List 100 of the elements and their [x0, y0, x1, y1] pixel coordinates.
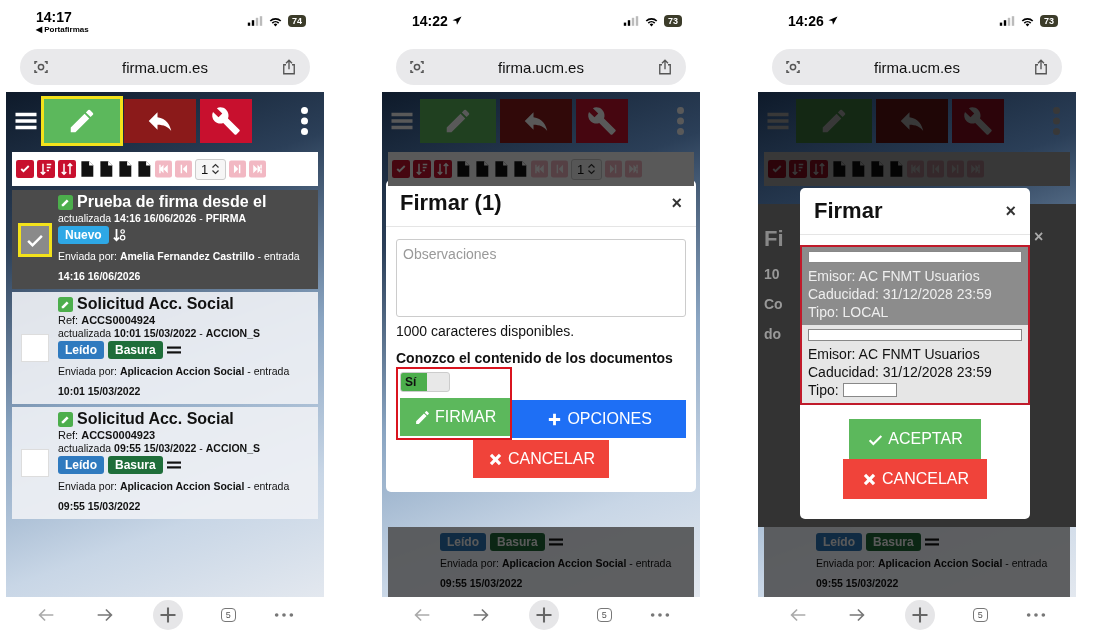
sender-text: Enviada por: Aplicacion Accion Social - entrada 09:55 15/03/2022 [58, 479, 291, 514]
type-text: Tipo: LOCAL [808, 303, 890, 321]
more-icon[interactable] [649, 611, 672, 619]
sort-icon[interactable] [58, 157, 76, 181]
text-fragment: 10 [764, 266, 781, 282]
type-text: Tipo: [808, 381, 839, 399]
text-fragment: Co [764, 296, 784, 312]
certificate-item[interactable]: Emisor: AC FNMT Usuarios Caducidad: 31/12/2028 23:59 Tipo: [802, 325, 1028, 403]
sender-text: Enviada por: Aplicacion Accion Social - entrada 09:55 15/03/2022 [440, 556, 673, 591]
new-tab-icon[interactable] [529, 600, 560, 630]
toggle-switch[interactable]: Sí [400, 372, 450, 392]
issuer-text: Emisor: AC FNMT Usuarios [808, 267, 981, 285]
updated-text: actualizada 10:01 15/03/2022 - ACCION_S [58, 327, 261, 339]
select-all-icon[interactable] [392, 157, 410, 181]
tabs-button[interactable]: 5 [220, 608, 236, 622]
status-tag: Basura [490, 533, 545, 551]
priority-icon [112, 227, 127, 243]
url-text: firma.ucm.es [122, 58, 208, 76]
file-icon[interactable] [99, 159, 113, 179]
dialog-title-fragment: Fi [764, 226, 785, 252]
new-tab-icon[interactable] [905, 600, 936, 630]
reference-text: Ref: ACCS0004924 [58, 314, 157, 326]
sort-descending-icon[interactable] [413, 157, 431, 181]
previous-page-icon[interactable] [551, 158, 568, 180]
address-bar[interactable]: firma.ucm.es [772, 49, 1062, 85]
row-checkbox[interactable] [21, 225, 49, 254]
status-time: 14:26 [788, 13, 824, 29]
file-icon[interactable] [80, 159, 94, 179]
document-row[interactable]: Solicitud Acc. Social Ref: ACCS0004924 actualizada 10:01 15/03/2022 - ACCION_S Leído Basura Enviada por: Aplicacion Accion Social - entrada 10:01 15/03/2022 [12, 292, 318, 404]
tabs-button[interactable]: 5 [596, 608, 612, 622]
expiry-text: Caducidad: 31/12/2028 23:59 [808, 363, 993, 381]
document-row[interactable]: Solicitud Acc. Social Ref: ACCS0004923 actualizada 09:55 15/03/2022 - ACCION_S Leído Basura Enviada por: Aplicacion Accion Social - entrada 09:55 15/03/2022 [12, 407, 318, 519]
chevron-up-down-icon [587, 163, 597, 175]
reply-button[interactable] [124, 99, 196, 143]
address-bar[interactable]: firma.ucm.es [20, 49, 310, 85]
options-button[interactable]: OPCIONES [512, 400, 686, 438]
type-field [842, 383, 897, 397]
dialog-title: Firmar (1) [400, 190, 502, 216]
url-text: firma.ucm.es [874, 58, 960, 76]
new-tab-icon[interactable] [153, 600, 184, 630]
expiry-text: Caducidad: 31/12/2028 23:59 [808, 285, 993, 303]
previous-page-icon[interactable] [175, 158, 192, 180]
wrench-icon [963, 106, 993, 136]
edit-icon [58, 296, 73, 312]
status-tag: Basura [108, 341, 163, 359]
more-icon[interactable] [1025, 611, 1048, 619]
updated-text: actualizada 09:55 15/03/2022 - ACCION_S [58, 442, 261, 454]
camera-lens-icon[interactable] [408, 58, 426, 76]
status-tag: Leído [58, 341, 104, 359]
address-bar[interactable]: firma.ucm.es [396, 49, 686, 85]
sign-button[interactable] [420, 99, 496, 143]
wrench-icon [587, 106, 617, 136]
cancel-button[interactable]: CANCELAR [472, 440, 610, 478]
sender-text: Enviada por: Aplicacion Accion Social - entrada 10:01 15/03/2022 [58, 364, 291, 399]
pencil-icon [414, 408, 431, 426]
first-page-icon[interactable] [531, 158, 548, 180]
select-all-icon[interactable] [16, 157, 34, 181]
file-icon[interactable] [118, 159, 132, 179]
file-icon[interactable] [137, 159, 151, 179]
dialog-title: Firmar [814, 198, 883, 224]
share-icon[interactable] [1032, 58, 1050, 76]
wrench-icon [211, 106, 241, 136]
share-icon[interactable] [656, 58, 674, 76]
cancel-button[interactable]: CANCELAR [842, 459, 988, 499]
close-button-fragment: × [1034, 228, 1044, 245]
camera-lens-icon[interactable] [784, 58, 802, 76]
status-tag: Basura [108, 456, 163, 474]
more-icon [676, 107, 684, 135]
page-select[interactable]: 1 [195, 158, 227, 180]
close-button[interactable]: × [1005, 200, 1016, 222]
tabs-button[interactable]: 5 [972, 608, 988, 622]
status-tag: Leído [440, 533, 486, 551]
last-page-icon[interactable] [625, 158, 643, 180]
chevron-up-down-icon [211, 163, 221, 175]
back-to-app-link[interactable]: ◀ Portafirmas [36, 24, 89, 34]
sort-descending-icon[interactable] [37, 157, 55, 181]
sort-icon[interactable] [434, 157, 452, 181]
status-time: 14:17 [36, 8, 72, 25]
signal-icon [623, 16, 639, 26]
share-icon[interactable] [280, 58, 298, 76]
settings-button[interactable] [200, 99, 252, 143]
status-tag: Leído [58, 456, 104, 474]
edit-icon [58, 194, 73, 210]
status-tag: Nuevo [58, 226, 109, 244]
settings-button[interactable] [576, 99, 628, 143]
wifi-icon [268, 15, 283, 27]
last-page-icon[interactable] [249, 158, 267, 180]
signal-icon [247, 16, 263, 26]
more-icon[interactable] [273, 611, 296, 619]
document-row[interactable]: Prueba de firma desde el actualizada 14:16 16/06/2026 - PFIRMA Nuevo Enviada por: Amelia Fernandez Castrillo - entrada 14:16 16/06/2026 [12, 190, 318, 289]
next-page-icon[interactable] [605, 158, 623, 180]
battery-indicator: 73 [664, 15, 682, 27]
close-button[interactable]: × [671, 192, 682, 214]
observations-field[interactable]: Observaciones [396, 239, 686, 317]
next-page-icon[interactable] [229, 158, 247, 180]
sender-text: Enviada por: Aplicacion Accion Social - entrada 09:55 15/03/2022 [816, 556, 1049, 591]
text-fragment: do [764, 326, 783, 342]
wifi-icon [644, 15, 659, 27]
sign-button[interactable] [796, 99, 872, 143]
camera-lens-icon[interactable] [32, 58, 50, 76]
